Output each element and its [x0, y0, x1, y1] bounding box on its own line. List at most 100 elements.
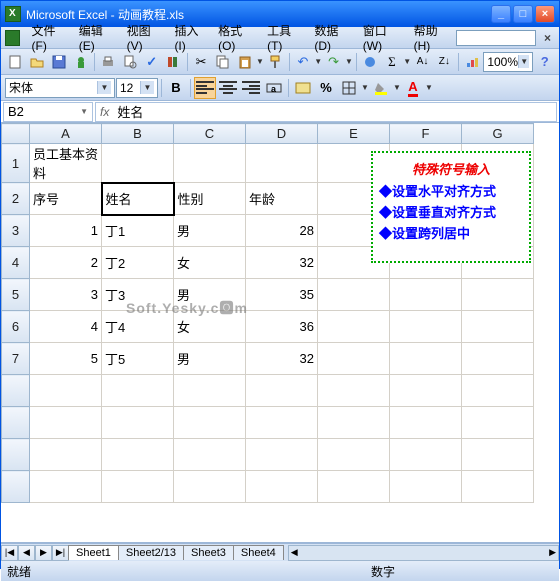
cell-C2[interactable]: 性别 — [174, 183, 246, 215]
menu-tools[interactable]: 工具(T) — [261, 20, 308, 55]
cell-A1[interactable]: 员工基本资料 — [30, 144, 102, 183]
redo-icon[interactable]: ↷ — [323, 51, 344, 73]
autosum-icon[interactable]: Σ — [382, 51, 403, 73]
cell[interactable] — [174, 471, 246, 503]
col-header-D[interactable]: D — [246, 124, 318, 144]
cell[interactable] — [246, 439, 318, 471]
cell-C1[interactable] — [174, 144, 246, 183]
cell[interactable] — [102, 375, 174, 407]
menu-window[interactable]: 窗口(W) — [357, 20, 408, 55]
sheet-tab-sheet1[interactable]: Sheet1 — [68, 545, 119, 560]
horizontal-scrollbar[interactable]: ◀▶ — [288, 545, 559, 561]
help-icon[interactable]: ? — [534, 51, 555, 73]
cell[interactable] — [462, 471, 534, 503]
cell-B7[interactable]: 丁5 — [102, 343, 174, 375]
cell[interactable] — [246, 471, 318, 503]
print-preview-icon[interactable] — [120, 51, 141, 73]
cell-F5[interactable] — [390, 279, 462, 311]
col-header-E[interactable]: E — [318, 124, 390, 144]
cell-C7[interactable]: 男 — [174, 343, 246, 375]
undo-dropdown-icon[interactable]: ▼ — [314, 57, 322, 66]
cell[interactable] — [462, 439, 534, 471]
tab-nav-prev-icon[interactable]: ◀ — [18, 545, 35, 561]
row-header-7[interactable]: 7 — [2, 343, 30, 375]
cell-G7[interactable] — [462, 343, 534, 375]
cell[interactable] — [246, 407, 318, 439]
cut-icon[interactable]: ✂ — [191, 51, 212, 73]
hyperlink-icon[interactable] — [360, 51, 381, 73]
print-icon[interactable] — [98, 51, 119, 73]
menu-help[interactable]: 帮助(H) — [408, 20, 456, 55]
cell[interactable] — [174, 439, 246, 471]
cell-A2[interactable]: 序号 — [30, 183, 102, 215]
cell[interactable] — [318, 407, 390, 439]
row-header-4[interactable]: 4 — [2, 247, 30, 279]
chart-icon[interactable] — [462, 51, 483, 73]
cell-G6[interactable] — [462, 311, 534, 343]
cell-D7[interactable]: 32 — [246, 343, 318, 375]
spelling-icon[interactable]: ✓ — [141, 51, 162, 73]
cell[interactable] — [102, 407, 174, 439]
workbook-close-button[interactable]: × — [540, 29, 555, 47]
tab-nav-next-icon[interactable]: ▶ — [35, 545, 52, 561]
row-header-blank[interactable] — [2, 407, 30, 439]
font-size-combo[interactable]: 12▼ — [116, 78, 158, 98]
bold-button[interactable]: B — [165, 77, 187, 99]
currency-button[interactable] — [292, 77, 314, 99]
row-header-6[interactable]: 6 — [2, 311, 30, 343]
cell-D4[interactable]: 32 — [246, 247, 318, 279]
new-icon[interactable] — [5, 51, 26, 73]
menu-insert[interactable]: 插入(I) — [168, 20, 212, 55]
tab-nav-first-icon[interactable]: |◀ — [1, 545, 18, 561]
cell[interactable] — [390, 375, 462, 407]
cell[interactable] — [102, 439, 174, 471]
paste-icon[interactable] — [234, 51, 255, 73]
menu-data[interactable]: 数据(D) — [308, 20, 356, 55]
col-header-B[interactable]: B — [102, 124, 174, 144]
chevron-down-icon[interactable]: ▼ — [518, 55, 529, 68]
maximize-button[interactable]: □ — [513, 5, 533, 23]
cell-C4[interactable]: 女 — [174, 247, 246, 279]
col-header-F[interactable]: F — [390, 124, 462, 144]
excel-doc-icon[interactable] — [5, 30, 20, 46]
cell-A3[interactable]: 1 — [30, 215, 102, 247]
cell[interactable] — [318, 471, 390, 503]
row-header-blank[interactable] — [2, 375, 30, 407]
percent-button[interactable]: % — [315, 77, 337, 99]
col-header-C[interactable]: C — [174, 124, 246, 144]
merge-center-button[interactable]: a — [263, 77, 285, 99]
fill-color-button[interactable] — [370, 77, 392, 99]
help-search-input[interactable] — [456, 30, 536, 46]
font-name-combo[interactable]: 宋体▼ — [5, 78, 115, 98]
cell-D3[interactable]: 28 — [246, 215, 318, 247]
row-header-blank[interactable] — [2, 471, 30, 503]
open-icon[interactable] — [27, 51, 48, 73]
sort-asc-icon[interactable]: A↓ — [412, 51, 433, 73]
zoom-combo[interactable]: 100%▼ — [483, 52, 533, 72]
cell[interactable] — [318, 375, 390, 407]
cell-E5[interactable] — [318, 279, 390, 311]
research-icon[interactable] — [163, 51, 184, 73]
save-icon[interactable] — [48, 51, 69, 73]
cell[interactable] — [30, 375, 102, 407]
sheet-tab-sheet2[interactable]: Sheet2/13 — [118, 545, 184, 560]
cell-A7[interactable]: 5 — [30, 343, 102, 375]
col-header-A[interactable]: A — [30, 124, 102, 144]
autosum-dropdown-icon[interactable]: ▼ — [403, 57, 411, 66]
cell[interactable] — [30, 439, 102, 471]
paste-dropdown-icon[interactable]: ▼ — [256, 57, 264, 66]
col-header-G[interactable]: G — [462, 124, 534, 144]
tab-nav-last-icon[interactable]: ▶| — [52, 545, 69, 561]
cell[interactable] — [390, 407, 462, 439]
menu-file[interactable]: 文件(F) — [26, 20, 73, 55]
cell-F6[interactable] — [390, 311, 462, 343]
cell-D1[interactable] — [246, 144, 318, 183]
row-header-5[interactable]: 5 — [2, 279, 30, 311]
cell-B3[interactable]: 丁1 — [102, 215, 174, 247]
redo-dropdown-icon[interactable]: ▼ — [345, 57, 353, 66]
cell[interactable] — [318, 439, 390, 471]
row-header-blank[interactable] — [2, 439, 30, 471]
sort-desc-icon[interactable]: Z↓ — [434, 51, 455, 73]
cell-B1[interactable] — [102, 144, 174, 183]
menu-edit[interactable]: 编辑(E) — [73, 20, 121, 55]
